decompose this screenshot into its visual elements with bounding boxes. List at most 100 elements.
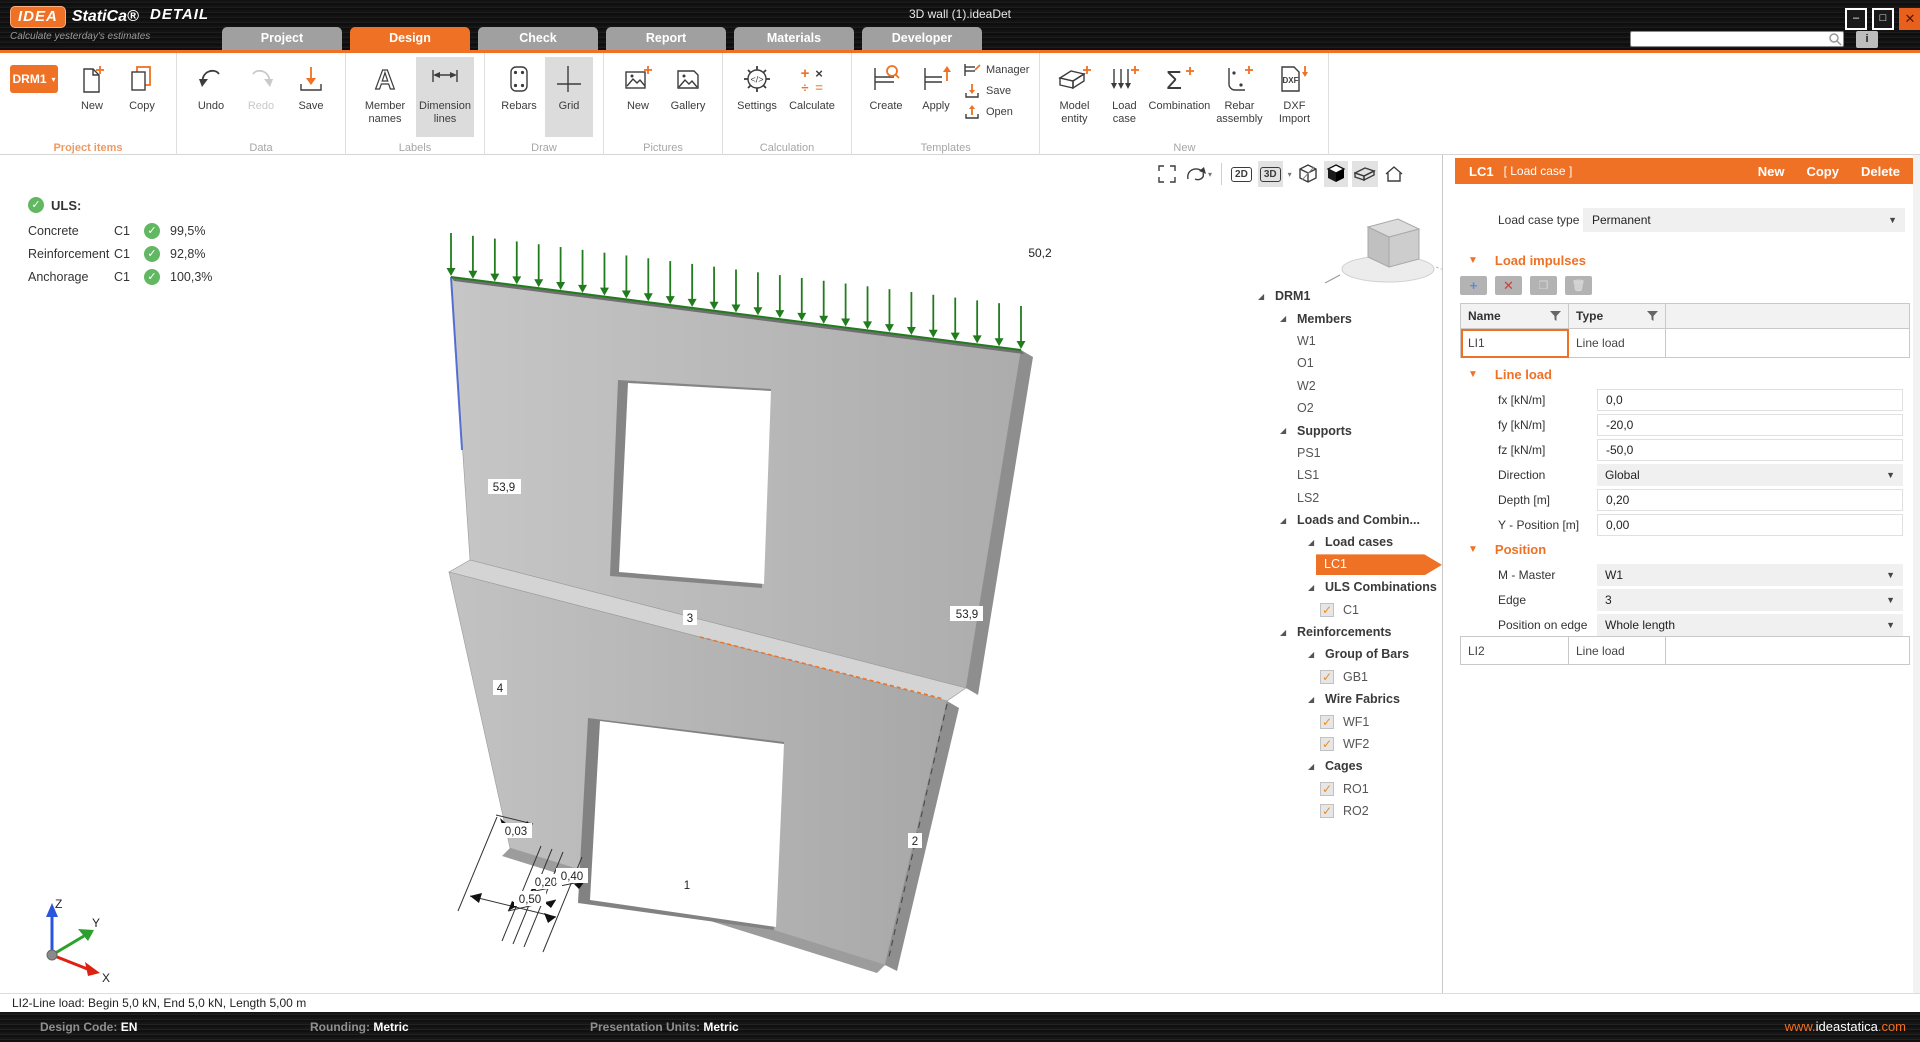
navigation-cube[interactable] bbox=[1325, 219, 1442, 283]
field-select-position-on-edge[interactable]: Whole length▼ bbox=[1597, 614, 1903, 636]
tab-design[interactable]: Design bbox=[350, 27, 470, 50]
tree-item-reinforcements[interactable]: ◢Reinforcements bbox=[1256, 621, 1442, 643]
section-view-button[interactable] bbox=[1352, 161, 1378, 187]
wall-scene[interactable]: 50,2 53,9 53,9 3 4 2 1 0,03 0,20 0,40 0,… bbox=[0, 155, 1442, 993]
tree-expander-icon[interactable]: ◢ bbox=[1280, 628, 1290, 637]
settings-button[interactable]: </> Settings bbox=[733, 57, 781, 137]
tree-expander-icon[interactable]: ◢ bbox=[1280, 516, 1290, 525]
panel-delete-button[interactable]: Delete bbox=[1861, 164, 1900, 179]
delete-load-impulse-button[interactable]: ✕ bbox=[1495, 276, 1522, 295]
tree-item-wf1[interactable]: ✓WF1 bbox=[1256, 710, 1442, 732]
li2-name-cell[interactable]: LI2 bbox=[1461, 637, 1569, 664]
grid-toggle[interactable]: Grid bbox=[545, 57, 593, 137]
view-3d-button[interactable]: 3D bbox=[1258, 161, 1283, 187]
tree-expander-icon[interactable]: ◢ bbox=[1280, 314, 1290, 323]
template-manager-button[interactable]: Manager bbox=[962, 61, 1029, 79]
chevron-down-icon[interactable]: ▾ bbox=[1288, 170, 1292, 179]
panel-copy-button[interactable]: Copy bbox=[1806, 164, 1839, 179]
template-save-button[interactable]: Save bbox=[962, 82, 1029, 100]
checkbox-checked[interactable]: ✓ bbox=[1320, 715, 1334, 729]
checkbox-checked[interactable]: ✓ bbox=[1320, 804, 1334, 818]
opening-o1[interactable] bbox=[590, 721, 784, 927]
trash-icon[interactable]: 🗑 bbox=[1565, 276, 1592, 295]
template-open-button[interactable]: Open bbox=[962, 103, 1029, 121]
rounding-value[interactable]: Metric bbox=[373, 1020, 408, 1034]
tree-expander-icon[interactable]: ◢ bbox=[1280, 426, 1290, 435]
tree-item-wf2[interactable]: ✓WF2 bbox=[1256, 733, 1442, 755]
units-value[interactable]: Metric bbox=[703, 1020, 738, 1034]
tree-expander-icon[interactable]: ◢ bbox=[1258, 292, 1268, 301]
search-box[interactable] bbox=[1630, 31, 1844, 47]
gallery-button[interactable]: Gallery bbox=[664, 57, 712, 137]
tree-item-uls-combinations[interactable]: ◢ULS Combinations bbox=[1256, 576, 1442, 598]
solid-view-button[interactable] bbox=[1324, 161, 1348, 187]
template-apply-button[interactable]: Apply bbox=[912, 57, 960, 137]
dimension-lines-toggle[interactable]: Dimension lines bbox=[416, 57, 474, 137]
tree-expander-icon[interactable]: ◢ bbox=[1308, 583, 1318, 592]
new-combination-button[interactable]: Σ Combination bbox=[1150, 57, 1208, 137]
new-rebar-assembly-button[interactable]: Rebar assembly bbox=[1210, 57, 1268, 137]
filter-icon[interactable] bbox=[1647, 311, 1658, 322]
tree-item-o2[interactable]: O2 bbox=[1256, 397, 1442, 419]
tree-item-load-cases[interactable]: ◢Load cases bbox=[1256, 531, 1442, 553]
view-2d-button[interactable]: 2D bbox=[1229, 161, 1254, 187]
new-project-item-button[interactable]: New bbox=[68, 57, 116, 137]
tab-materials[interactable]: Materials bbox=[734, 27, 854, 50]
tree-expander-icon[interactable]: ◢ bbox=[1308, 695, 1318, 704]
panel-new-button[interactable]: New bbox=[1758, 164, 1785, 179]
tree-item-w1[interactable]: W1 bbox=[1256, 330, 1442, 352]
redo-button[interactable]: Redo bbox=[237, 57, 285, 137]
checkbox-checked[interactable]: ✓ bbox=[1320, 782, 1334, 796]
collapse-triangle-icon[interactable]: ▼ bbox=[1468, 544, 1478, 555]
tree-item-cages[interactable]: ◢Cages bbox=[1256, 755, 1442, 777]
new-picture-button[interactable]: New bbox=[614, 57, 662, 137]
field-select-edge[interactable]: 3▼ bbox=[1597, 589, 1903, 611]
calculate-button[interactable]: +×÷= Calculate bbox=[783, 57, 841, 137]
website-link[interactable]: www.ideastatica.com bbox=[1785, 1012, 1906, 1042]
position-section-header[interactable]: ▼ Position bbox=[1468, 542, 1546, 557]
tree-item-c1[interactable]: ✓C1 bbox=[1256, 598, 1442, 620]
3d-viewport[interactable]: 50,2 53,9 53,9 3 4 2 1 0,03 0,20 0,40 0,… bbox=[0, 155, 1442, 993]
axonometry-button[interactable] bbox=[1296, 161, 1320, 187]
rebars-toggle[interactable]: Rebars bbox=[495, 57, 543, 137]
li1-type-cell[interactable]: Line load bbox=[1569, 329, 1666, 358]
tree-expander-icon[interactable]: ◢ bbox=[1308, 650, 1318, 659]
collapse-triangle-icon[interactable]: ▼ bbox=[1468, 369, 1478, 380]
tree-item-ls2[interactable]: LS2 bbox=[1256, 487, 1442, 509]
checkbox-checked[interactable]: ✓ bbox=[1320, 603, 1334, 617]
field-input-fx-kn-m[interactable]: 0,0 bbox=[1597, 389, 1903, 411]
tab-developer[interactable]: Developer bbox=[862, 27, 982, 50]
new-load-case-button[interactable]: Load case bbox=[1100, 57, 1148, 137]
field-select-direction[interactable]: Global▼ bbox=[1597, 464, 1903, 486]
table-row-li2[interactable]: LI2 Line load bbox=[1461, 637, 1909, 664]
field-select-m-master[interactable]: W1▼ bbox=[1597, 564, 1903, 586]
tree-item-o1[interactable]: O1 bbox=[1256, 352, 1442, 374]
tab-report[interactable]: Report bbox=[606, 27, 726, 50]
tree-item-members[interactable]: ◢Members bbox=[1256, 307, 1442, 329]
tree-item-w2[interactable]: W2 bbox=[1256, 375, 1442, 397]
design-code-value[interactable]: EN bbox=[121, 1020, 138, 1034]
add-load-impulse-button[interactable]: + bbox=[1460, 276, 1487, 295]
rotate-view-button[interactable]: ▾ bbox=[1183, 161, 1214, 187]
minimize-button[interactable]: – bbox=[1845, 8, 1867, 30]
tab-check[interactable]: Check bbox=[478, 27, 598, 50]
copy-project-item-button[interactable]: Copy bbox=[118, 57, 166, 137]
tree-item-ls1[interactable]: LS1 bbox=[1256, 464, 1442, 486]
undo-button[interactable]: Undo bbox=[187, 57, 235, 137]
filter-icon[interactable] bbox=[1550, 311, 1561, 322]
tree-item-ro1[interactable]: ✓RO1 bbox=[1256, 778, 1442, 800]
field-input-y-position-m[interactable]: 0,00 bbox=[1597, 514, 1903, 536]
field-input-depth-m[interactable]: 0,20 bbox=[1597, 489, 1903, 511]
tree-item-selected[interactable]: LC1 bbox=[1316, 554, 1442, 575]
tree-item-lc1[interactable]: LC1 bbox=[1256, 554, 1442, 576]
search-input[interactable] bbox=[1631, 33, 1827, 45]
copy-load-impulse-button[interactable]: ❐ bbox=[1530, 276, 1557, 295]
tree-item-ps1[interactable]: PS1 bbox=[1256, 442, 1442, 464]
checkbox-checked[interactable]: ✓ bbox=[1320, 737, 1334, 751]
tree-item-group-of-bars[interactable]: ◢Group of Bars bbox=[1256, 643, 1442, 665]
checkbox-checked[interactable]: ✓ bbox=[1320, 670, 1334, 684]
line-load-section-header[interactable]: ▼ Line load bbox=[1468, 367, 1552, 382]
zoom-fit-button[interactable] bbox=[1155, 161, 1179, 187]
maximize-button[interactable]: □ bbox=[1872, 8, 1894, 30]
table-row-li1[interactable]: LI1 Line load bbox=[1461, 329, 1909, 358]
